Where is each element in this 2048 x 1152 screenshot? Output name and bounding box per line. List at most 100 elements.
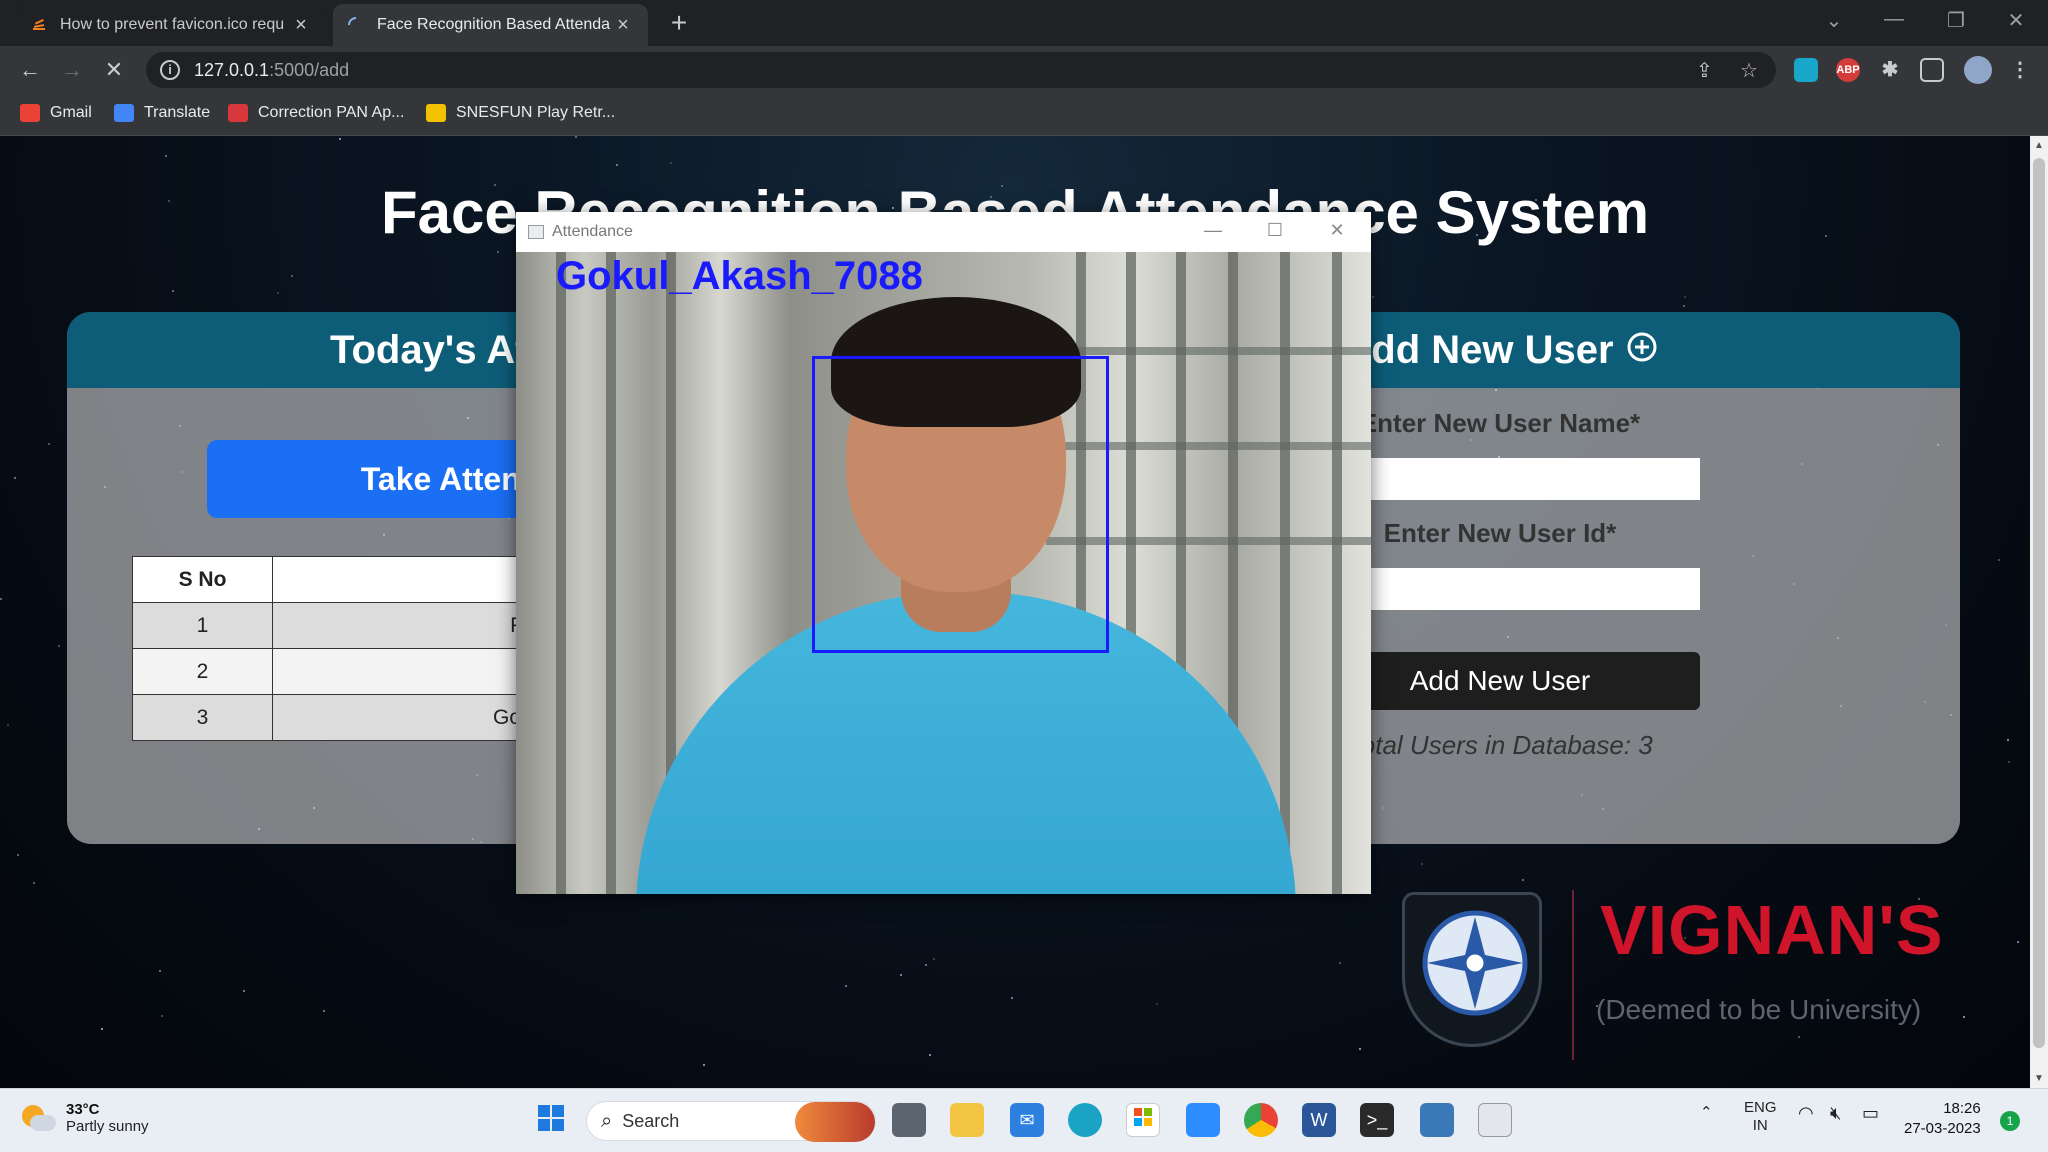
bookmark-gmail[interactable]: Gmail — [20, 104, 92, 122]
clock-time: 18:26 — [1943, 1100, 1981, 1117]
gmail-icon — [20, 104, 40, 122]
tab-favicon-question[interactable]: How to prevent favicon.ico requ × — [16, 4, 326, 46]
site-info-icon[interactable]: i — [160, 60, 180, 80]
microsoft-store-icon[interactable] — [1126, 1103, 1160, 1137]
python-icon[interactable] — [1420, 1103, 1454, 1137]
search-highlight-image — [795, 1102, 875, 1142]
tab-title: Face Recognition Based Attenda — [377, 16, 611, 33]
weather-widget[interactable]: 33°C Partly sunny — [22, 1101, 149, 1135]
star — [575, 136, 577, 138]
language-code: ENG — [1744, 1099, 1777, 1116]
window-grill — [1046, 347, 1371, 355]
input-language[interactable]: ENG IN — [1744, 1099, 1777, 1135]
system-clock[interactable]: 18:26 27-03-2023 — [1904, 1099, 1981, 1139]
bookmark-translate[interactable]: Translate — [114, 104, 210, 122]
star — [165, 155, 167, 157]
university-tagline: (Deemed to be University) — [1596, 994, 1922, 1025]
scroll-down-arrow-icon[interactable]: ▼ — [2030, 1073, 2048, 1084]
bookmark-snesfun[interactable]: SNESFUN Play Retr... — [426, 104, 615, 122]
close-window-icon[interactable]: ✕ — [1322, 220, 1352, 241]
zoom-icon[interactable] — [1186, 1103, 1220, 1137]
menu-kebab-icon[interactable]: ⋮ — [2008, 58, 2032, 82]
new-tab-button[interactable]: + — [662, 6, 696, 40]
camera-window-title: Attendance — [552, 223, 633, 240]
minimize-icon[interactable]: — — [1198, 220, 1228, 241]
tab-face-recognition[interactable]: Face Recognition Based Attenda × — [333, 4, 648, 46]
edge-browser-icon[interactable] — [1068, 1103, 1102, 1137]
windows-start-icon[interactable] — [534, 1103, 568, 1137]
word-icon[interactable]: W — [1302, 1103, 1336, 1137]
translate-icon — [114, 104, 134, 122]
stop-loading-icon[interactable]: ✕ — [98, 54, 130, 86]
forward-arrow-icon[interactable]: → — [56, 54, 88, 86]
column-header-sno: S No — [132, 556, 273, 603]
notification-badge[interactable]: 1 — [2000, 1111, 2020, 1131]
extension-icon[interactable] — [1794, 58, 1818, 82]
minimize-icon[interactable]: — — [1874, 8, 1914, 31]
star — [0, 598, 2, 600]
recognized-name-label: Gokul_Akash_7088 — [556, 254, 923, 298]
bookmark-label: Correction PAN Ap... — [258, 104, 405, 121]
puzzle-extensions-icon[interactable]: ✱ — [1878, 58, 1902, 82]
mail-icon[interactable]: ✉ — [1010, 1103, 1044, 1137]
star — [7, 724, 9, 726]
taskbar-search[interactable]: ⌕ Search — [586, 1101, 876, 1142]
share-icon[interactable]: ⇪ — [1696, 58, 1713, 83]
terminal-icon[interactable]: >_ — [1360, 1103, 1394, 1137]
loading-spinner-icon — [347, 16, 365, 34]
page-scrollbar[interactable]: ▲ ▼ — [2030, 136, 2048, 1088]
star — [2007, 739, 2009, 741]
wifi-icon[interactable]: ◠ — [1798, 1103, 1814, 1124]
star — [670, 162, 672, 164]
bookmarks-bar: Gmail Translate Correction PAN Ap... SNE… — [0, 94, 2048, 136]
stackoverflow-icon — [30, 16, 48, 34]
cell-sno: 3 — [132, 694, 273, 741]
address-bar[interactable]: i 127.0.0.1:5000/add ⇪ ☆ — [146, 52, 1776, 88]
star — [17, 854, 19, 856]
star — [1421, 863, 1423, 865]
profile-avatar[interactable] — [1964, 56, 1992, 84]
adblock-icon[interactable]: ABP — [1836, 58, 1860, 82]
search-icon: ⌕ — [601, 1109, 613, 1132]
close-window-icon[interactable]: ✕ — [1996, 8, 2036, 33]
star — [1011, 997, 1013, 999]
star — [1683, 305, 1685, 307]
back-arrow-icon[interactable]: ← — [14, 54, 46, 86]
webcam-frame: Gokul_Akash_7088 — [516, 252, 1371, 894]
star — [159, 970, 161, 972]
battery-icon[interactable]: ▭ — [1862, 1103, 1879, 1124]
show-hidden-icons-icon[interactable]: ⌃ — [1700, 1103, 1713, 1121]
weather-condition: Partly sunny — [66, 1118, 149, 1135]
star — [845, 985, 847, 987]
star — [925, 964, 927, 966]
university-name: VIGNAN'S — [1600, 891, 1944, 969]
task-view-icon[interactable] — [892, 1103, 926, 1137]
star — [243, 990, 245, 992]
snesfun-icon — [426, 104, 446, 122]
star — [2008, 761, 2010, 763]
side-panel-icon[interactable] — [1920, 58, 1944, 82]
logo-divider — [1572, 890, 1574, 1060]
attendance-camera-window: Attendance — ☐ ✕ Gokul_Akash_7088 — [516, 212, 1371, 894]
star — [277, 292, 279, 294]
tab-search-icon[interactable]: ⌄ — [1814, 8, 1854, 33]
attendance-app-icon[interactable] — [1478, 1103, 1512, 1137]
star — [58, 645, 60, 647]
chrome-icon[interactable] — [1244, 1103, 1278, 1137]
scroll-up-arrow-icon[interactable]: ▲ — [2030, 140, 2048, 151]
camera-window-titlebar[interactable]: Attendance — [516, 212, 1371, 252]
bookmark-star-icon[interactable]: ☆ — [1740, 58, 1758, 83]
file-explorer-icon[interactable] — [950, 1103, 984, 1137]
scrollbar-thumb[interactable] — [2033, 158, 2045, 1048]
restore-icon[interactable]: ❐ — [1936, 8, 1976, 33]
volume-muted-icon[interactable]: 🔇︎ — [1830, 1103, 1841, 1124]
close-tab-icon[interactable]: × — [612, 14, 634, 37]
bookmark-correction-pan[interactable]: Correction PAN Ap... — [228, 104, 404, 122]
windows-taskbar: 33°C Partly sunny ⌕ Search ✉ W >_ ⌃ ENG … — [0, 1088, 2048, 1152]
partly-sunny-icon — [22, 1103, 56, 1133]
star — [616, 164, 618, 166]
close-tab-icon[interactable]: × — [290, 14, 312, 37]
star — [14, 477, 16, 479]
star — [1156, 1003, 1158, 1005]
maximize-icon[interactable]: ☐ — [1260, 220, 1290, 241]
